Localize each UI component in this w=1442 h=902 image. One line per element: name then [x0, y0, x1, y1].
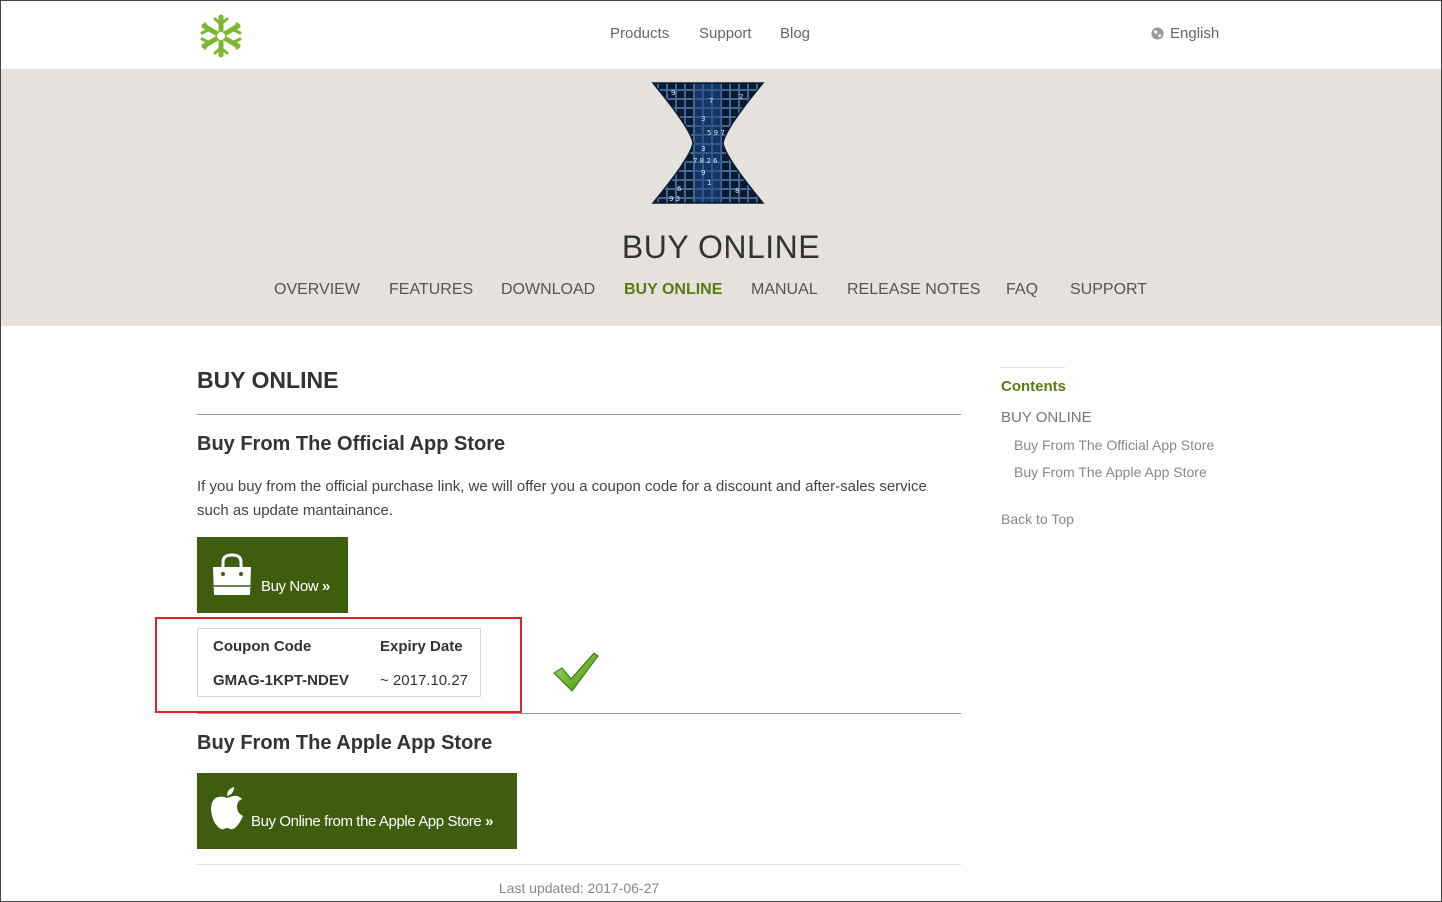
- section-description: If you buy from the official purchase li…: [197, 478, 927, 519]
- apple-icon: [211, 787, 243, 830]
- divider: [197, 414, 961, 415]
- svg-text:8: 8: [735, 187, 739, 195]
- svg-text:5 9 7: 5 9 7: [707, 129, 725, 137]
- highlight-box: [155, 617, 522, 713]
- divider: [197, 713, 961, 714]
- svg-text:9: 9: [701, 169, 705, 177]
- svg-text:2: 2: [739, 93, 743, 101]
- back-to-top-link[interactable]: Back to Top: [1001, 511, 1074, 527]
- product-banner: 973 5 9 737 8 2 6 916 9 382 BUY ONLINE O…: [1, 69, 1441, 326]
- tab-support[interactable]: SUPPORT: [1070, 281, 1147, 299]
- toc-item-buy-online[interactable]: BUY ONLINE: [1001, 409, 1092, 426]
- svg-text:7: 7: [709, 97, 713, 105]
- toc-item-official-store[interactable]: Buy From The Official App Store: [1014, 437, 1214, 453]
- tab-download[interactable]: DOWNLOAD: [501, 281, 595, 299]
- tab-features[interactable]: FEATURES: [389, 281, 473, 299]
- checkmark-icon: [553, 652, 599, 692]
- last-updated: Last updated: 2017-06-27: [498, 880, 660, 896]
- svg-text:1: 1: [707, 179, 711, 187]
- svg-text:3: 3: [701, 115, 705, 123]
- section-heading-apple: Buy From The Apple App Store: [197, 732, 493, 754]
- double-chevron-right-icon: »: [485, 813, 494, 830]
- nav-blog[interactable]: Blog: [780, 25, 810, 42]
- sidebar-title: Contents: [1001, 378, 1066, 395]
- page-title: BUY ONLINE: [197, 367, 339, 393]
- svg-text:7 8 2 6: 7 8 2 6: [693, 157, 718, 165]
- nav-support[interactable]: Support: [699, 25, 752, 42]
- double-chevron-right-icon: »: [322, 578, 330, 595]
- svg-text:9 3: 9 3: [669, 195, 680, 203]
- globe-icon: [1151, 27, 1164, 40]
- svg-text:6: 6: [677, 185, 682, 193]
- language-label: English: [1170, 25, 1220, 42]
- tab-overview[interactable]: OVERVIEW: [274, 281, 360, 299]
- nav-products[interactable]: Products: [610, 25, 669, 42]
- tab-buy-online[interactable]: BUY ONLINE: [624, 281, 722, 299]
- language-selector[interactable]: English: [1151, 25, 1219, 42]
- banner-title: BUY ONLINE: [621, 229, 821, 265]
- svg-text:3: 3: [701, 145, 705, 153]
- tab-manual[interactable]: MANUAL: [751, 281, 818, 299]
- section-heading-official: Buy From The Official App Store: [197, 433, 506, 455]
- buy-now-label: Buy Now: [261, 578, 319, 595]
- apple-app-store-label: Buy Online from the Apple App Store: [251, 813, 482, 830]
- snowflake-logo[interactable]: [197, 13, 245, 59]
- hourglass-logo: 973 5 9 737 8 2 6 916 9 382: [651, 82, 765, 204]
- tab-release-notes[interactable]: RELEASE NOTES: [847, 281, 980, 299]
- toc-item-apple-store[interactable]: Buy From The Apple App Store: [1014, 464, 1207, 480]
- tab-faq[interactable]: FAQ: [1006, 281, 1038, 299]
- buy-now-button[interactable]: Buy Now »: [197, 537, 348, 613]
- divider: [197, 864, 961, 865]
- shopping-bag-icon: [213, 553, 251, 595]
- top-header: Products Support Blog English: [1, 1, 1441, 69]
- svg-text:9: 9: [671, 89, 675, 97]
- sidebar-divider: [1001, 367, 1065, 368]
- apple-app-store-button[interactable]: Buy Online from the Apple App Store »: [197, 773, 517, 849]
